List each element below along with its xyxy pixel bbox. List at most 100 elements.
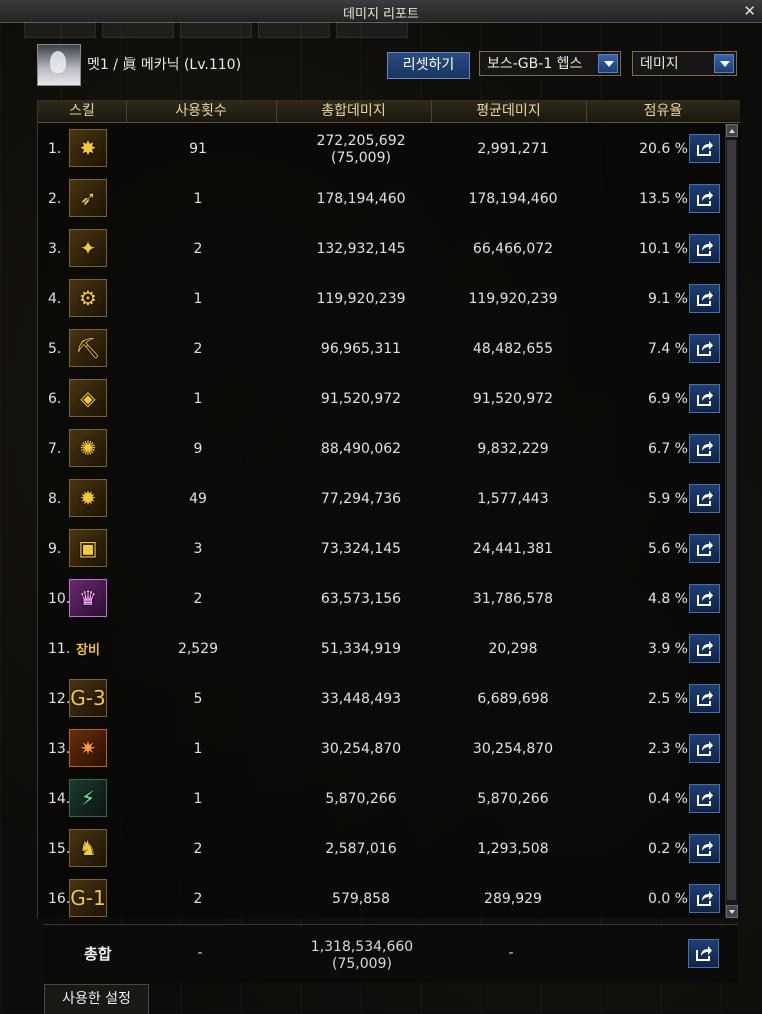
equipment-label: 장비 (76, 642, 100, 658)
share-icon (697, 591, 713, 606)
row-total-value: 63,573,156 (320, 591, 402, 607)
rocket-skill-icon: ✦ (69, 229, 107, 267)
target-select[interactable]: 보스-GB-1 헵스 (479, 51, 621, 76)
row-average-damage: 48,482,655 (472, 341, 554, 357)
row-share-button[interactable] (689, 284, 720, 313)
column-header-share[interactable]: 점유율 (586, 100, 740, 122)
total-average: - (508, 945, 514, 961)
row-total-damage: 73,324,145 (296, 541, 426, 558)
row-share: 4.8 % (647, 591, 688, 607)
row-total-damage: 33,448,493 (296, 691, 426, 708)
row-uses: 1 (193, 791, 203, 807)
row-share-button[interactable] (689, 384, 720, 413)
chevron-down-icon[interactable] (714, 54, 734, 73)
row-share-button[interactable] (689, 434, 720, 463)
table-row: 3. ✦ 2 132,932,145 66,466,072 10.1 % (38, 225, 728, 275)
row-total-value: 77,294,736 (320, 491, 402, 507)
column-header-total[interactable]: 총합데미지 (276, 100, 432, 122)
row-share-button[interactable] (689, 234, 720, 263)
row-total-damage: 579,858 (296, 891, 426, 908)
row-uses: 2,529 (177, 641, 219, 657)
g3-skill-icon: G-3 (69, 679, 107, 717)
row-uses: 2 (193, 841, 203, 857)
scrollbar[interactable] (725, 124, 738, 918)
column-header-uses[interactable]: 사용횟수 (126, 100, 277, 122)
row-total-value: 30,254,870 (320, 741, 402, 757)
row-total-value: 73,324,145 (320, 541, 402, 557)
scroll-up-button[interactable] (726, 124, 738, 137)
share-icon (697, 741, 713, 756)
mech-skill-icon: ⚙ (69, 279, 107, 317)
row-share-button[interactable] (689, 884, 720, 913)
share-icon (697, 441, 713, 456)
share-icon (697, 641, 713, 656)
share-icon (697, 691, 713, 706)
character-portrait (37, 44, 81, 86)
share-icon (697, 291, 713, 306)
table-row: 16. G-1 2 579,858 289,929 0.0 % (38, 875, 728, 925)
share-icon (697, 141, 713, 156)
row-share-button[interactable] (689, 684, 720, 713)
row-share-button[interactable] (689, 734, 720, 763)
row-uses: 5 (193, 691, 203, 707)
scroll-thumb[interactable] (727, 140, 736, 900)
row-share-button[interactable] (689, 134, 720, 163)
row-average-damage: 6,689,698 (477, 691, 549, 707)
row-share: 0.2 % (647, 841, 688, 857)
mode-select[interactable]: 데미지 (632, 51, 737, 76)
used-settings-tab[interactable]: 사용한 설정 (44, 984, 149, 1014)
row-total-sub: (75,009) (331, 150, 391, 166)
background-tab (180, 22, 252, 38)
row-share-button[interactable] (689, 634, 720, 663)
row-total-damage: 51,334,919 (296, 641, 426, 658)
row-share-button[interactable] (689, 784, 720, 813)
laser-skill-icon: ♛ (69, 579, 107, 617)
row-share: 3.9 % (647, 641, 688, 657)
reset-button[interactable]: 리셋하기 (387, 52, 470, 79)
row-average-damage: 119,920,239 (468, 291, 558, 307)
row-total-damage: 132,932,145 (296, 241, 426, 258)
g1-skill-icon: G-1 (69, 879, 107, 917)
row-total-value: 272,205,692 (316, 133, 406, 149)
row-share: 6.9 % (647, 391, 688, 407)
row-total-value: 91,520,972 (320, 391, 402, 407)
row-uses: 49 (189, 491, 207, 507)
row-share-button[interactable] (689, 834, 720, 863)
total-share-button[interactable] (688, 939, 719, 968)
close-icon[interactable]: ✕ (743, 2, 756, 20)
table-row: 15. ♞ 2 2,587,016 1,293,508 0.2 % (38, 825, 728, 875)
column-header-skill[interactable]: 스킬 (38, 100, 127, 122)
row-share: 20.6 % (639, 141, 688, 157)
row-total-value: 132,932,145 (316, 241, 406, 257)
row-share-button[interactable] (689, 334, 720, 363)
row-uses: 2 (193, 341, 203, 357)
row-average-damage: 1,577,443 (477, 491, 549, 507)
row-uses: 1 (193, 191, 203, 207)
drill-skill-icon: ⛏ (69, 329, 107, 367)
total-damage-value: 1,318,534,660 (310, 939, 414, 955)
table-row: 12. G-3 5 33,448,493 6,689,698 2.5 % (38, 675, 728, 725)
row-uses: 2 (193, 891, 203, 907)
table-row: 2. ➶ 1 178,194,460 178,194,460 13.5 % (38, 175, 728, 225)
row-uses: 3 (193, 541, 203, 557)
row-share-button[interactable] (689, 584, 720, 613)
row-share-button[interactable] (689, 534, 720, 563)
row-uses: 2 (193, 591, 203, 607)
background-tab (336, 22, 408, 38)
row-share: 0.4 % (647, 791, 688, 807)
scroll-down-button[interactable] (726, 905, 738, 918)
table-row: 6. ◈ 1 91,520,972 91,520,972 6.9 % (38, 375, 728, 425)
background-tab (258, 22, 330, 38)
row-total-damage: 119,920,239 (296, 291, 426, 308)
share-icon (697, 341, 713, 356)
share-icon (697, 491, 713, 506)
table-header: 스킬 사용횟수 총합데미지 평균데미지 점유율 (38, 100, 740, 123)
column-header-average[interactable]: 평균데미지 (431, 100, 587, 122)
row-average-damage: 289,929 (484, 891, 542, 907)
row-average-damage: 1,293,508 (477, 841, 549, 857)
table-row: 14. ⚡ 1 5,870,266 5,870,266 0.4 % (38, 775, 728, 825)
row-share-button[interactable] (689, 484, 720, 513)
chevron-down-icon[interactable] (598, 54, 618, 73)
row-share-button[interactable] (689, 184, 720, 213)
share-icon (697, 541, 713, 556)
